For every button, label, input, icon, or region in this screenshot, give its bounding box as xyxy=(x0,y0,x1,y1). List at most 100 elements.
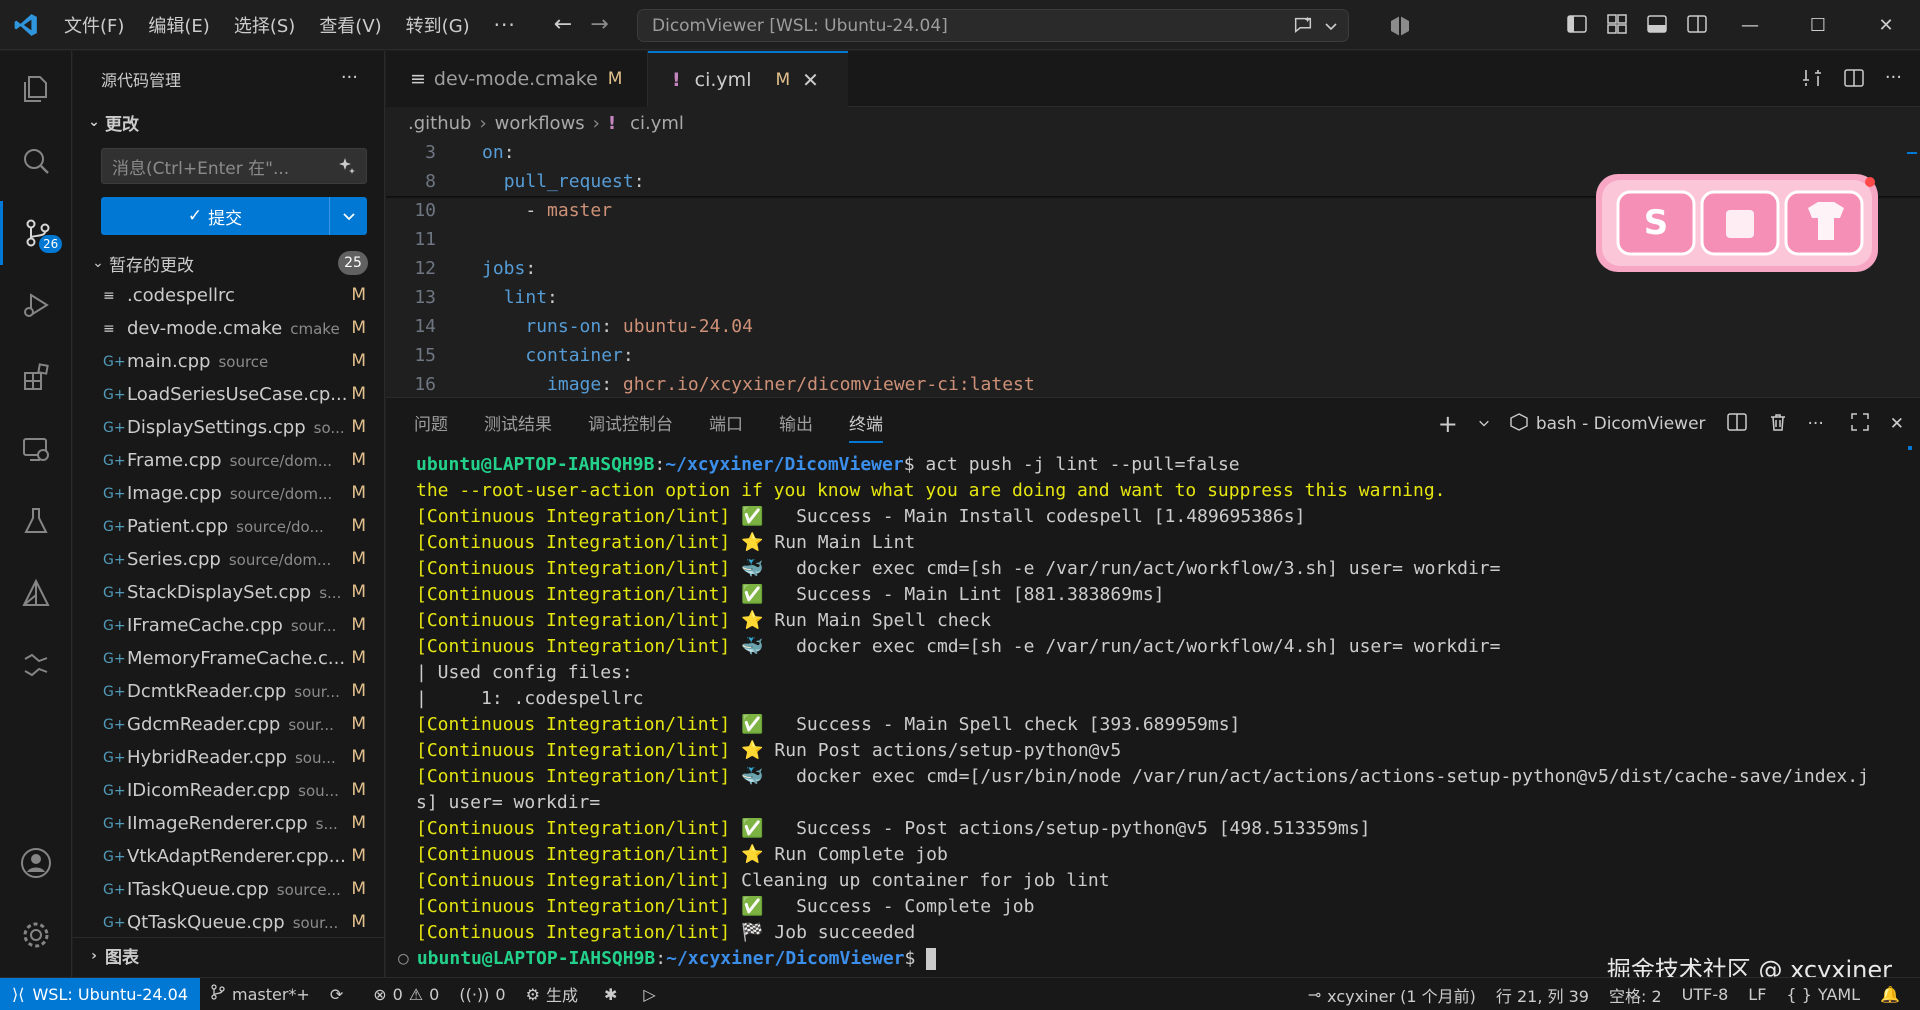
staged-file-item[interactable]: ≡ .codespellrc M xyxy=(73,279,384,312)
staged-file-item[interactable]: G+ VtkAdaptRenderer.cpp... M xyxy=(73,840,384,873)
staged-file-item[interactable]: ≡ dev-mode.cmake cmake M xyxy=(73,312,384,345)
cursor-position[interactable]: 行 21, 列 39 xyxy=(1486,983,1599,1007)
changes-section-header[interactable]: ⌄ 更改 xyxy=(73,107,139,137)
generate-message-sparkle-icon[interactable] xyxy=(338,157,356,180)
menu-file[interactable]: 文件(F) xyxy=(52,7,136,43)
staged-file-item[interactable]: G+ GdcmReader.cpp sour... M xyxy=(73,708,384,741)
staged-file-item[interactable]: G+ HybridReader.cpp sou... M xyxy=(73,741,384,774)
minimize-icon[interactable]: — xyxy=(1716,0,1784,50)
more-actions-icon[interactable]: ··· xyxy=(1885,67,1902,93)
remote-indicator[interactable]: ⟩⟨ WSL: Ubuntu-24.04 xyxy=(0,977,200,1010)
staged-file-item[interactable]: G+ Series.cpp source/dom... M xyxy=(73,543,384,576)
branch-indicator[interactable]: master*+ xyxy=(200,984,320,1004)
activity-bar: 26 xyxy=(0,51,72,977)
terminal-output[interactable]: ubuntu@LAPTOP-IAHSQH9B:~/xcyxiner/DicomV… xyxy=(398,452,1896,972)
menu-more-button[interactable]: ··· xyxy=(482,7,528,43)
staged-file-item[interactable]: G+ IImageRenderer.cpp s... M xyxy=(73,807,384,840)
tab-test-results[interactable]: 测试结果 xyxy=(484,410,552,435)
copilot-icon[interactable] xyxy=(1388,14,1412,42)
source-control-icon[interactable]: 26 xyxy=(0,201,72,265)
prompt-user: ubuntu@LAPTOP-IAHSQH9B xyxy=(416,948,656,969)
split-terminal-icon[interactable] xyxy=(1726,411,1748,438)
split-editor-icon[interactable] xyxy=(1843,67,1865,93)
commit-dropdown-chevron-icon[interactable] xyxy=(329,197,367,235)
chevron-down-icon[interactable] xyxy=(1478,414,1490,434)
customize-layout-icon[interactable] xyxy=(1606,13,1628,39)
back-arrow-icon[interactable]: ← xyxy=(554,12,572,37)
close-window-icon[interactable]: ✕ xyxy=(1852,0,1920,50)
notifications-bell-icon[interactable]: 🔔 xyxy=(1870,985,1910,1004)
git-blame-indicator[interactable]: ⊸ xcyxiner (1 个月前) xyxy=(1298,983,1486,1007)
indentation[interactable]: 空格: 2 xyxy=(1599,983,1672,1007)
tab-terminal[interactable]: 终端 xyxy=(849,410,883,443)
ports-indicator[interactable]: ((·)) 0 xyxy=(449,985,515,1004)
toggle-secondary-sidebar-icon[interactable] xyxy=(1686,13,1708,39)
menu-selection[interactable]: 选择(S) xyxy=(222,7,307,43)
tab-problems[interactable]: 问题 xyxy=(414,410,448,435)
sync-icon[interactable]: ⟳ xyxy=(320,985,353,1004)
menu-view[interactable]: 查看(V) xyxy=(307,7,393,43)
tab-ci-yml[interactable]: ! ci.yml M ✕ xyxy=(648,51,848,107)
close-tab-icon[interactable]: ✕ xyxy=(802,68,819,92)
run-debug-icon[interactable] xyxy=(0,273,72,337)
tab-ports[interactable]: 端口 xyxy=(709,410,743,435)
menu-edit[interactable]: 编辑(E) xyxy=(136,7,221,43)
more-actions-icon[interactable]: ··· xyxy=(1808,414,1824,434)
extensions-icon[interactable] xyxy=(0,345,72,409)
staged-file-item[interactable]: G+ Patient.cpp source/do... M xyxy=(73,510,384,543)
commit-message-input[interactable]: 消息(Ctrl+Enter 在"... xyxy=(101,148,367,184)
commit-button[interactable]: ✓ 提交 xyxy=(101,197,367,235)
staged-file-item[interactable]: G+ IDicomReader.cpp sou... M xyxy=(73,774,384,807)
tab-dev-mode-cmake[interactable]: ≡ dev-mode.cmake M xyxy=(386,51,648,107)
command-center-search[interactable]: DicomViewer [WSL: Ubuntu-24.04] xyxy=(637,9,1349,42)
testing-icon[interactable] xyxy=(0,489,72,553)
git-graph-icon[interactable] xyxy=(0,633,72,697)
cmake-icon[interactable] xyxy=(0,561,72,625)
menu-go[interactable]: 转到(G) xyxy=(394,7,482,43)
debug-bug-icon[interactable]: ✱ xyxy=(594,985,627,1004)
staged-file-item[interactable]: G+ DisplaySettings.cpp so... M xyxy=(73,411,384,444)
toggle-primary-sidebar-icon[interactable] xyxy=(1566,13,1588,39)
staged-file-item[interactable]: G+ Frame.cpp source/dom... M xyxy=(73,444,384,477)
staged-file-item[interactable]: G+ MemoryFrameCache.c... M xyxy=(73,642,384,675)
search-icon[interactable] xyxy=(0,129,72,193)
end-of-line[interactable]: LF xyxy=(1738,985,1776,1004)
staged-changes-header[interactable]: ⌄ 暂存的更改 25 xyxy=(73,247,384,279)
tab-output[interactable]: 输出 xyxy=(779,410,813,435)
close-panel-icon[interactable]: ✕ xyxy=(1890,414,1904,434)
staged-file-item[interactable]: G+ DcmtkReader.cpp sour... M xyxy=(73,675,384,708)
chevron-down-icon[interactable] xyxy=(1324,18,1338,38)
open-changes-icon[interactable] xyxy=(1801,67,1823,93)
graph-section-header[interactable]: › 图表 xyxy=(73,937,384,973)
staged-file-item[interactable]: G+ Image.cpp source/dom... M xyxy=(73,477,384,510)
trash-icon[interactable] xyxy=(1768,412,1788,437)
breadcrumb-ci-yml[interactable]: ci.yml xyxy=(630,113,684,134)
maximize-icon[interactable]: ☐ xyxy=(1784,0,1852,50)
breadcrumb-workflows[interactable]: workflows xyxy=(495,113,585,134)
maximize-panel-icon[interactable] xyxy=(1850,412,1870,437)
build-button[interactable]: ⚙ 生成 xyxy=(516,982,588,1006)
staged-file-item[interactable]: G+ main.cpp source M xyxy=(73,345,384,378)
staged-file-item[interactable]: G+ LoadSeriesUseCase.cp... M xyxy=(73,378,384,411)
staged-file-item[interactable]: G+ QtTaskQueue.cpp sour... M xyxy=(73,906,384,939)
encoding[interactable]: UTF-8 xyxy=(1672,985,1739,1004)
floating-pet-widget[interactable]: S xyxy=(1594,172,1882,276)
problems-indicator[interactable]: ⊗ 0 ⚠ 0 xyxy=(363,985,449,1004)
remote-explorer-icon[interactable] xyxy=(0,417,72,481)
new-terminal-plus-icon[interactable]: + xyxy=(1438,410,1458,438)
run-play-icon[interactable]: ▷ xyxy=(633,985,665,1004)
staged-file-item[interactable]: G+ IFrameCache.cpp sour... M xyxy=(73,609,384,642)
more-actions-icon[interactable]: ··· xyxy=(341,67,358,88)
forward-arrow-icon[interactable]: → xyxy=(590,12,608,37)
staged-file-item[interactable]: G+ ITaskQueue.cpp source... M xyxy=(73,873,384,906)
breadcrumb-github[interactable]: .github xyxy=(408,113,471,134)
chat-icon[interactable] xyxy=(1292,14,1314,41)
staged-file-item[interactable]: G+ StackDisplaySet.cpp s... M xyxy=(73,576,384,609)
settings-gear-icon[interactable] xyxy=(0,903,72,967)
toggle-panel-icon[interactable] xyxy=(1646,13,1668,39)
explorer-icon[interactable] xyxy=(0,57,72,121)
tab-debug-console[interactable]: 调试控制台 xyxy=(588,410,673,435)
accounts-icon[interactable] xyxy=(0,831,72,895)
terminal-instance[interactable]: bash - DicomViewer xyxy=(1510,412,1706,436)
language-mode[interactable]: { } YAML xyxy=(1776,985,1870,1004)
